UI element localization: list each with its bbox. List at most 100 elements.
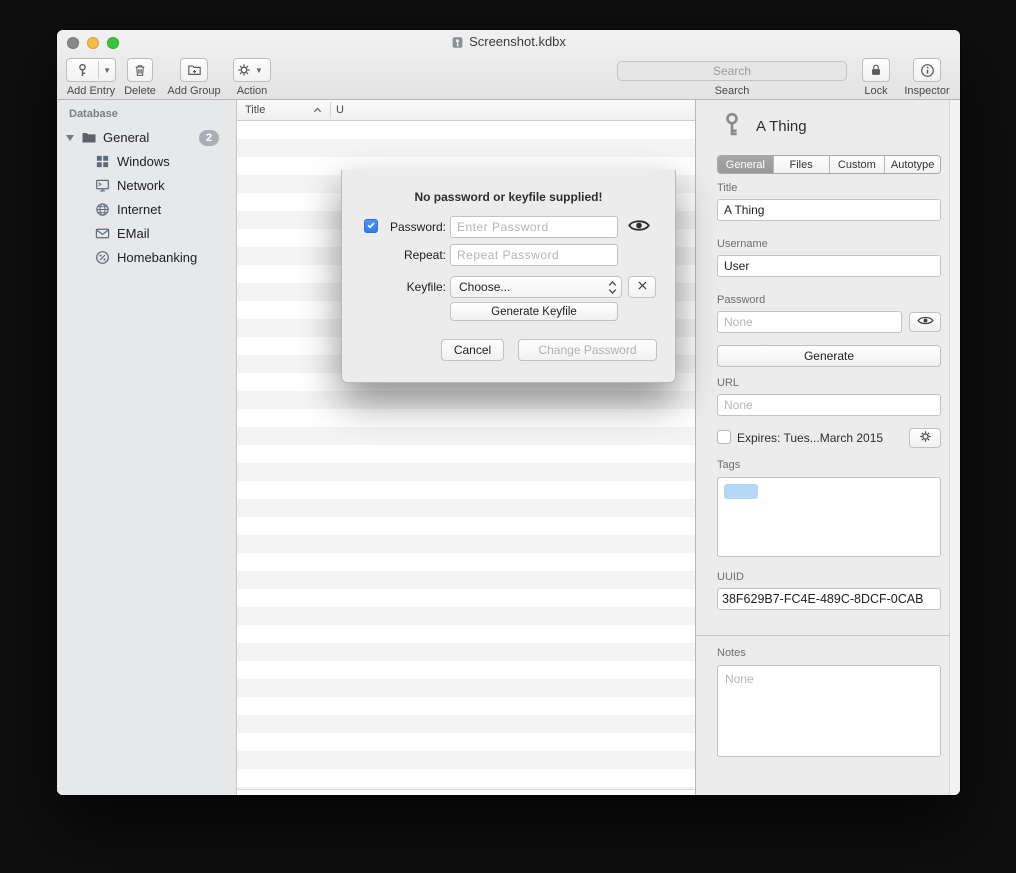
section-divider	[696, 635, 960, 636]
entry-count-badge: 2	[199, 130, 219, 146]
title-label: Title	[717, 182, 737, 194]
titlebar: Screenshot.kdbx	[57, 30, 960, 55]
sidebar-item-label: Internet	[117, 202, 161, 217]
gear-icon	[919, 430, 932, 446]
window-chrome: Screenshot.kdbx ▼ Add Entry Delete	[57, 30, 960, 100]
sidebar-item-network[interactable]: Network	[57, 174, 237, 198]
sidebar-item-email[interactable]: EMail	[57, 222, 237, 246]
toolbar: ▼ Add Entry Delete Add Group	[57, 55, 960, 100]
windows-grid-icon	[95, 154, 111, 170]
sort-ascending-icon	[313, 105, 322, 117]
expires-settings-button[interactable]	[909, 428, 941, 448]
delete-label: Delete	[115, 85, 165, 98]
uuid-label: UUID	[717, 571, 744, 583]
title-field[interactable]	[717, 199, 941, 221]
url-field[interactable]	[717, 394, 941, 416]
sidebar-item-windows[interactable]: Windows	[57, 150, 237, 174]
sidebar-item-label: Windows	[117, 154, 170, 169]
keyfile-dropdown[interactable]: Choose...	[450, 276, 622, 298]
username-field[interactable]	[717, 255, 941, 277]
change-password-button[interactable]: Change Password	[518, 339, 657, 361]
disclosure-triangle-icon[interactable]	[66, 135, 74, 141]
password-label: Password	[717, 294, 765, 306]
generate-password-button[interactable]: Generate	[717, 345, 941, 367]
delete-button[interactable]	[127, 58, 153, 82]
dialog-keyfile-label: Keyfile:	[380, 280, 446, 294]
lock-label: Lock	[854, 85, 898, 98]
entry-list-header: Title U	[237, 100, 695, 121]
password-enabled-checkbox[interactable]	[364, 219, 378, 233]
eye-icon[interactable]	[628, 218, 650, 238]
add-entry-button[interactable]: ▼	[66, 58, 116, 82]
tags-label: Tags	[717, 459, 740, 471]
app-document-icon	[451, 36, 464, 52]
window-title-text: Screenshot.kdbx	[469, 34, 566, 49]
generate-keyfile-button[interactable]: Generate Keyfile	[450, 302, 618, 321]
stepper-icon	[608, 280, 617, 298]
tags-box[interactable]	[717, 477, 941, 557]
notes-field[interactable]: None	[717, 665, 941, 757]
chevron-down-icon[interactable]: ▼	[251, 66, 267, 75]
percent-coin-icon	[95, 250, 111, 266]
tab-general[interactable]: General	[718, 156, 774, 173]
close-x-icon	[637, 280, 648, 294]
window-title: Screenshot.kdbx	[57, 34, 960, 52]
info-icon	[920, 63, 935, 78]
inspector-panel: A Thing General Files Custom Autotype Ti…	[695, 100, 960, 795]
tab-custom[interactable]: Custom	[830, 156, 886, 173]
column-divider[interactable]	[330, 102, 331, 118]
dialog-password-label: Password:	[380, 220, 446, 234]
dialog-password-input[interactable]	[450, 216, 618, 238]
expires-label: Expires: Tues...March 2015	[737, 431, 883, 445]
folder-plus-icon	[187, 63, 202, 77]
entry-title: A Thing	[756, 118, 807, 135]
app-window: Screenshot.kdbx ▼ Add Entry Delete	[57, 30, 960, 795]
notes-label: Notes	[717, 647, 746, 659]
reveal-password-button[interactable]	[909, 312, 941, 332]
inspector-button[interactable]	[913, 58, 941, 82]
action-button[interactable]: ▼	[233, 58, 271, 82]
username-label: Username	[717, 238, 768, 250]
uuid-field[interactable]	[717, 588, 941, 610]
tab-autotype[interactable]: Autotype	[885, 156, 940, 173]
chevron-down-icon[interactable]: ▼	[99, 66, 115, 75]
column-header-title[interactable]: Title	[245, 104, 265, 116]
cancel-button[interactable]: Cancel	[441, 339, 504, 361]
sidebar-item-label: Homebanking	[117, 250, 197, 265]
expires-checkbox[interactable]	[717, 430, 731, 444]
change-password-sheet: No password or keyfile supplied! Passwor…	[341, 170, 676, 383]
add-group-button[interactable]	[180, 58, 208, 82]
action-label: Action	[231, 85, 273, 98]
add-group-label: Add Group	[159, 85, 229, 98]
lock-button[interactable]	[862, 58, 890, 82]
clear-keyfile-button[interactable]	[628, 276, 656, 298]
sidebar-item-label: EMail	[117, 226, 150, 241]
dialog-repeat-input[interactable]	[450, 244, 618, 266]
dialog-repeat-label: Repeat:	[380, 248, 446, 262]
key-icon	[67, 63, 98, 78]
lock-icon	[869, 63, 883, 77]
trash-icon	[133, 63, 147, 78]
column-header-username[interactable]: U	[336, 104, 344, 116]
password-field[interactable]	[717, 311, 902, 333]
search-label: Search	[617, 85, 847, 98]
tag-chip[interactable]	[724, 484, 758, 499]
inspector-tabs: General Files Custom Autotype	[717, 155, 941, 174]
sidebar-item-general[interactable]: General 2	[57, 126, 237, 150]
terminal-icon	[95, 178, 111, 194]
eye-icon	[917, 315, 934, 329]
search-input[interactable]	[617, 61, 847, 81]
keyfile-selected-value: Choose...	[459, 280, 510, 294]
globe-icon	[95, 202, 111, 218]
sidebar-item-label: Network	[117, 178, 165, 193]
key-icon	[720, 112, 744, 138]
inspector-label: Inspector	[899, 85, 955, 98]
sidebar-item-label: General	[103, 130, 149, 145]
inspector-scrollbar[interactable]	[949, 100, 960, 795]
envelope-icon	[95, 226, 111, 242]
tab-files[interactable]: Files	[774, 156, 830, 173]
sidebar-item-homebanking[interactable]: Homebanking	[57, 246, 237, 270]
notes-placeholder: None	[725, 672, 754, 686]
sidebar-item-internet[interactable]: Internet	[57, 198, 237, 222]
sidebar-header: Database	[69, 108, 118, 120]
